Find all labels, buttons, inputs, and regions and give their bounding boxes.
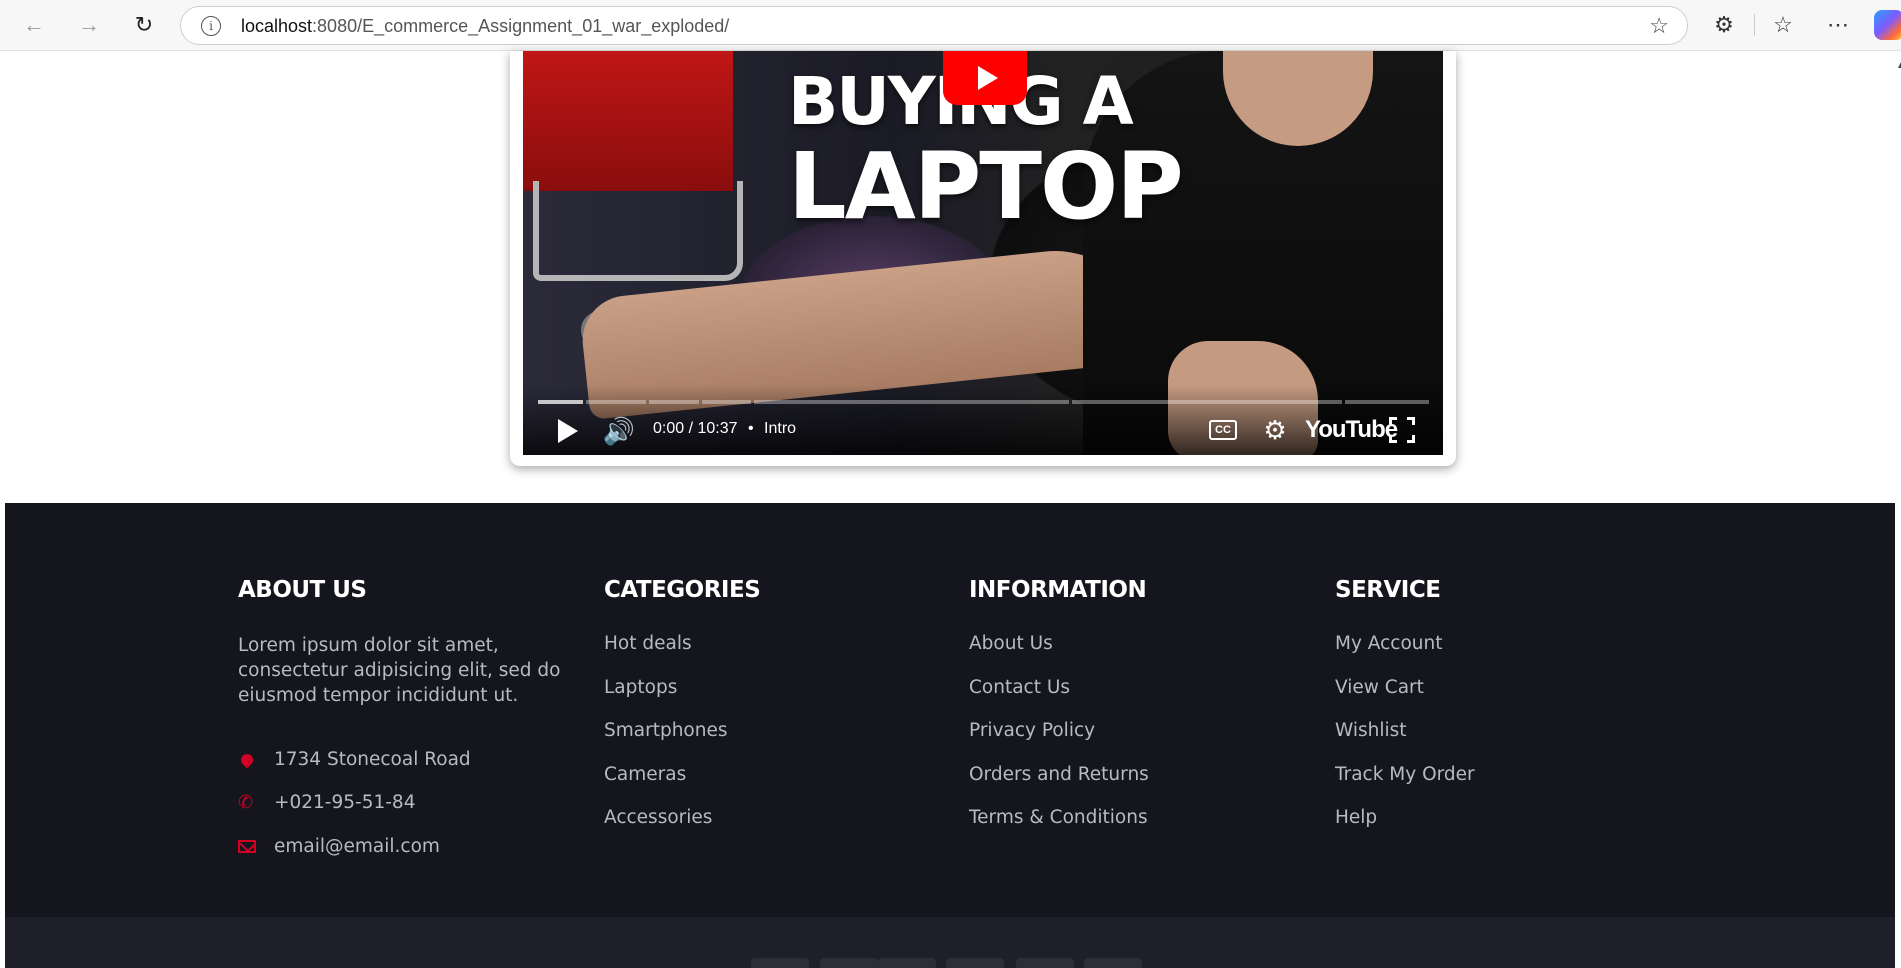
browser-toolbar: ← → ↻ i localhost:8080/E_commerce_Assign… [0, 0, 1901, 51]
page-scrollbar[interactable] [1895, 51, 1901, 968]
progress-segment [1072, 400, 1342, 404]
footer-link[interactable]: Hot deals [604, 633, 760, 677]
settings-gear-icon[interactable]: ⚙ [1261, 415, 1289, 445]
footer-link[interactable]: Privacy Policy [969, 720, 1149, 764]
address-bar[interactable]: i localhost:8080/E_commerce_Assignment_0… [180, 6, 1688, 45]
chapter-separator: • [747, 420, 754, 437]
footer-link[interactable]: Smartphones [604, 720, 760, 764]
progress-segment [702, 400, 751, 404]
service-heading: SERVICE [1335, 577, 1441, 603]
volume-icon[interactable]: 🔊 [603, 416, 635, 446]
extensions-icon[interactable]: ⚙ [1709, 10, 1739, 40]
play-icon [558, 419, 578, 443]
youtube-video-player[interactable]: BUYING A LAPTOP 🔊 0:00 / 10:37 • Intro C… [523, 51, 1443, 455]
favorites-icon[interactable]: ☆ [1768, 10, 1798, 40]
url-text[interactable]: localhost:8080/E_commerce_Assignment_01_… [241, 16, 729, 37]
contact-address[interactable]: 1734 Stonecoal Road [238, 738, 568, 782]
url-path: :8080/E_commerce_Assignment_01_war_explo… [312, 16, 730, 36]
toolbar-divider [1754, 14, 1755, 36]
progress-segment [754, 400, 1069, 404]
fullscreen-corner [1407, 417, 1415, 425]
footer-categories-column: CATEGORIES Hot deals Laptops Smartphones… [604, 577, 761, 851]
cart-frame [533, 181, 743, 281]
play-pause-button[interactable] [555, 417, 581, 445]
site-info-icon[interactable]: i [201, 16, 221, 36]
favorite-star-icon[interactable]: ☆ [1649, 13, 1669, 39]
footer-link[interactable]: Wishlist [1335, 720, 1475, 764]
categories-list: Hot deals Laptops Smartphones Cameras Ac… [604, 633, 760, 851]
payment-card-icon [751, 958, 809, 968]
footer-link[interactable]: Help [1335, 807, 1475, 851]
payment-card-icon [1016, 958, 1074, 968]
footer-link[interactable]: Orders and Returns [969, 764, 1149, 808]
phone-icon: ✆ [238, 792, 254, 814]
footer-link[interactable]: Cameras [604, 764, 760, 808]
footer-link[interactable]: About Us [969, 633, 1149, 677]
youtube-logo[interactable]: YouTube [1305, 416, 1398, 444]
information-list: About Us Contact Us Privacy Policy Order… [969, 633, 1149, 851]
footer-link[interactable]: Contact Us [969, 677, 1149, 721]
copilot-icon[interactable] [1874, 10, 1901, 40]
contact-list: 1734 Stonecoal Road ✆ +021-95-51-84 email… [238, 738, 568, 869]
progress-segment [586, 400, 646, 404]
contact-phone[interactable]: ✆ +021-95-51-84 [238, 782, 568, 826]
footer-link[interactable]: Laptops [604, 677, 760, 721]
back-icon[interactable]: ← [20, 11, 48, 39]
captions-button[interactable]: CC [1209, 420, 1237, 440]
footer-link[interactable]: Track My Order [1335, 764, 1475, 808]
email-text: email@email.com [274, 835, 440, 857]
phone-text: +021-95-51-84 [274, 792, 416, 814]
chapter-label[interactable]: Intro [764, 420, 796, 437]
shopping-cart-image [523, 51, 733, 191]
payment-card-icon [820, 958, 878, 968]
video-card: BUYING A LAPTOP 🔊 0:00 / 10:37 • Intro C… [510, 51, 1456, 466]
fullscreen-corner [1389, 435, 1397, 443]
about-text: Lorem ipsum dolor sit amet, consectetur … [238, 635, 561, 706]
categories-heading: CATEGORIES [604, 577, 761, 603]
progress-segment [538, 400, 583, 404]
fullscreen-corner [1389, 417, 1397, 425]
url-host: localhost [241, 16, 313, 36]
about-heading: ABOUT US [238, 577, 367, 603]
progress-segment [1345, 400, 1429, 404]
footer-link[interactable]: Accessories [604, 807, 760, 851]
address-text: 1734 Stonecoal Road [274, 748, 471, 770]
fullscreen-icon[interactable] [1389, 417, 1415, 443]
video-progress-bar[interactable] [538, 400, 1431, 404]
footer-information-column: INFORMATION About Us Contact Us Privacy … [969, 577, 1149, 851]
progress-segment [649, 400, 699, 404]
thumbnail-line-2: LAPTOP [788, 133, 1184, 240]
reload-icon[interactable]: ↻ [130, 11, 158, 39]
payment-card-icon [1084, 958, 1142, 968]
contact-email[interactable]: email@email.com [238, 825, 568, 869]
footer-service-column: SERVICE My Account View Cart Wishlist Tr… [1335, 577, 1475, 851]
payment-card-icon [946, 958, 1004, 968]
service-list: My Account View Cart Wishlist Track My O… [1335, 633, 1475, 851]
payment-card-icon [878, 958, 936, 968]
envelope-icon [238, 840, 274, 854]
information-heading: INFORMATION [969, 577, 1147, 603]
scroll-up-arrow-icon[interactable]: ▲ [1896, 60, 1901, 71]
footer-link[interactable]: Terms & Conditions [969, 807, 1149, 851]
play-icon [977, 66, 998, 90]
footer-link[interactable]: View Cart [1335, 677, 1475, 721]
footer-about-column: ABOUT US Lorem ipsum dolor sit amet, con… [238, 577, 568, 869]
time-elapsed-total: 0:00 / 10:37 [653, 420, 738, 437]
map-marker-icon [238, 751, 274, 769]
time-display: 0:00 / 10:37 • Intro [653, 420, 796, 438]
more-menu-icon[interactable]: ⋯ [1823, 10, 1853, 40]
youtube-play-button[interactable] [943, 51, 1027, 105]
footer-link[interactable]: My Account [1335, 633, 1475, 677]
forward-icon[interactable]: → [75, 11, 103, 39]
fullscreen-corner [1407, 435, 1415, 443]
